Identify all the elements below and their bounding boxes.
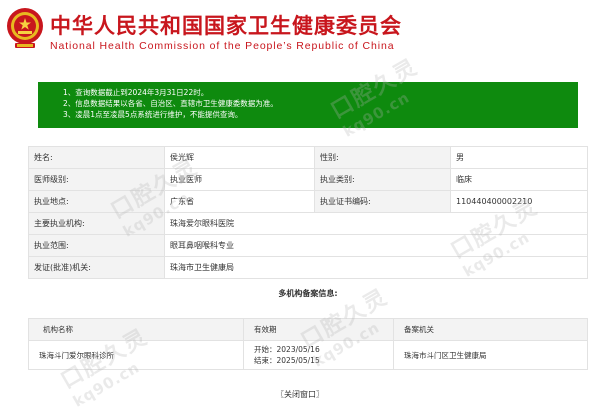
table-row: 发证(批准)机关: 珠海市卫生健康局 — [28, 256, 588, 279]
doctor-info-table: 姓名: 侯光辉 性别: 男 医师级别: 执业医师 执业类别: 临床 执业地点: … — [28, 146, 588, 279]
national-emblem-icon — [7, 8, 43, 48]
table-row: 姓名: 侯光辉 性别: 男 — [28, 146, 588, 169]
gender-label: 性别: — [314, 146, 451, 169]
level-label: 医师级别: — [28, 168, 165, 191]
place-value: 广东省 — [164, 190, 315, 213]
issuer-label: 发证(批准)机关: — [28, 256, 165, 279]
table-row: 执业地点: 广东省 执业证书编码: 110440400002210 — [28, 190, 588, 213]
gender-value: 男 — [450, 146, 588, 169]
valid-end: 结束：2025/05/15 — [254, 356, 320, 365]
table-row: 执业范围: 眼耳鼻咽喉科专业 — [28, 234, 588, 257]
table-row: 珠海斗门爱尔眼科诊所 开始：2023/05/16 结束：2025/05/15 珠… — [28, 340, 588, 370]
multi-org-validity: 开始：2023/05/16 结束：2025/05/15 — [243, 340, 394, 370]
notice-line: 2、信息数据结果以各省、自治区、直辖市卫生健康委数据为准。 — [63, 99, 278, 108]
category-value: 临床 — [450, 168, 588, 191]
org-value: 珠海爱尔眼科医院 — [164, 212, 588, 235]
site-subtitle: National Health Commission of the People… — [50, 40, 395, 52]
multi-org-title: 多机构备案信息: — [278, 289, 338, 298]
scope-value: 眼耳鼻咽喉科专业 — [164, 234, 588, 257]
multi-org-authority: 珠海市斗门区卫生健康局 — [393, 340, 588, 370]
notice-box: 1、查询数据截止到2024年3月31日22时。 2、信息数据结果以各省、自治区、… — [38, 82, 578, 128]
level-value: 执业医师 — [164, 168, 315, 191]
col-org-header: 机构名称 — [28, 318, 244, 341]
col-authority-header: 备案机关 — [393, 318, 588, 341]
name-label: 姓名: — [28, 146, 165, 169]
multi-org-name: 珠海斗门爱尔眼科诊所 — [28, 340, 244, 370]
place-label: 执业地点: — [28, 190, 165, 213]
notice-line: 3、凌晨1点至凌晨5点系统进行维护，不能提供查询。 — [63, 110, 243, 119]
col-valid-header: 有效期 — [243, 318, 394, 341]
scope-label: 执业范围: — [28, 234, 165, 257]
org-label: 主要执业机构: — [28, 212, 165, 235]
table-header-row: 机构名称 有效期 备案机关 — [28, 318, 588, 341]
table-row: 主要执业机构: 珠海爱尔眼科医院 — [28, 212, 588, 235]
cert-value: 110440400002210 — [450, 190, 588, 213]
notice-line: 1、查询数据截止到2024年3月31日22时。 — [63, 88, 209, 97]
site-header: 中华人民共和国国家卫生健康委员会 National Health Commiss… — [0, 0, 600, 60]
cert-label: 执业证书编码: — [314, 190, 451, 213]
name-value: 侯光辉 — [164, 146, 315, 169]
multi-org-table: 机构名称 有效期 备案机关 珠海斗门爱尔眼科诊所 开始：2023/05/16 结… — [28, 318, 588, 370]
site-title: 中华人民共和国国家卫生健康委员会 — [50, 14, 402, 38]
category-label: 执业类别: — [314, 168, 451, 191]
valid-start: 开始：2023/05/16 — [254, 345, 320, 354]
issuer-value: 珠海市卫生健康局 — [164, 256, 588, 279]
table-row: 医师级别: 执业医师 执业类别: 临床 — [28, 168, 588, 191]
close-window-button[interactable]: 〖关闭窗口〗 — [0, 389, 600, 400]
